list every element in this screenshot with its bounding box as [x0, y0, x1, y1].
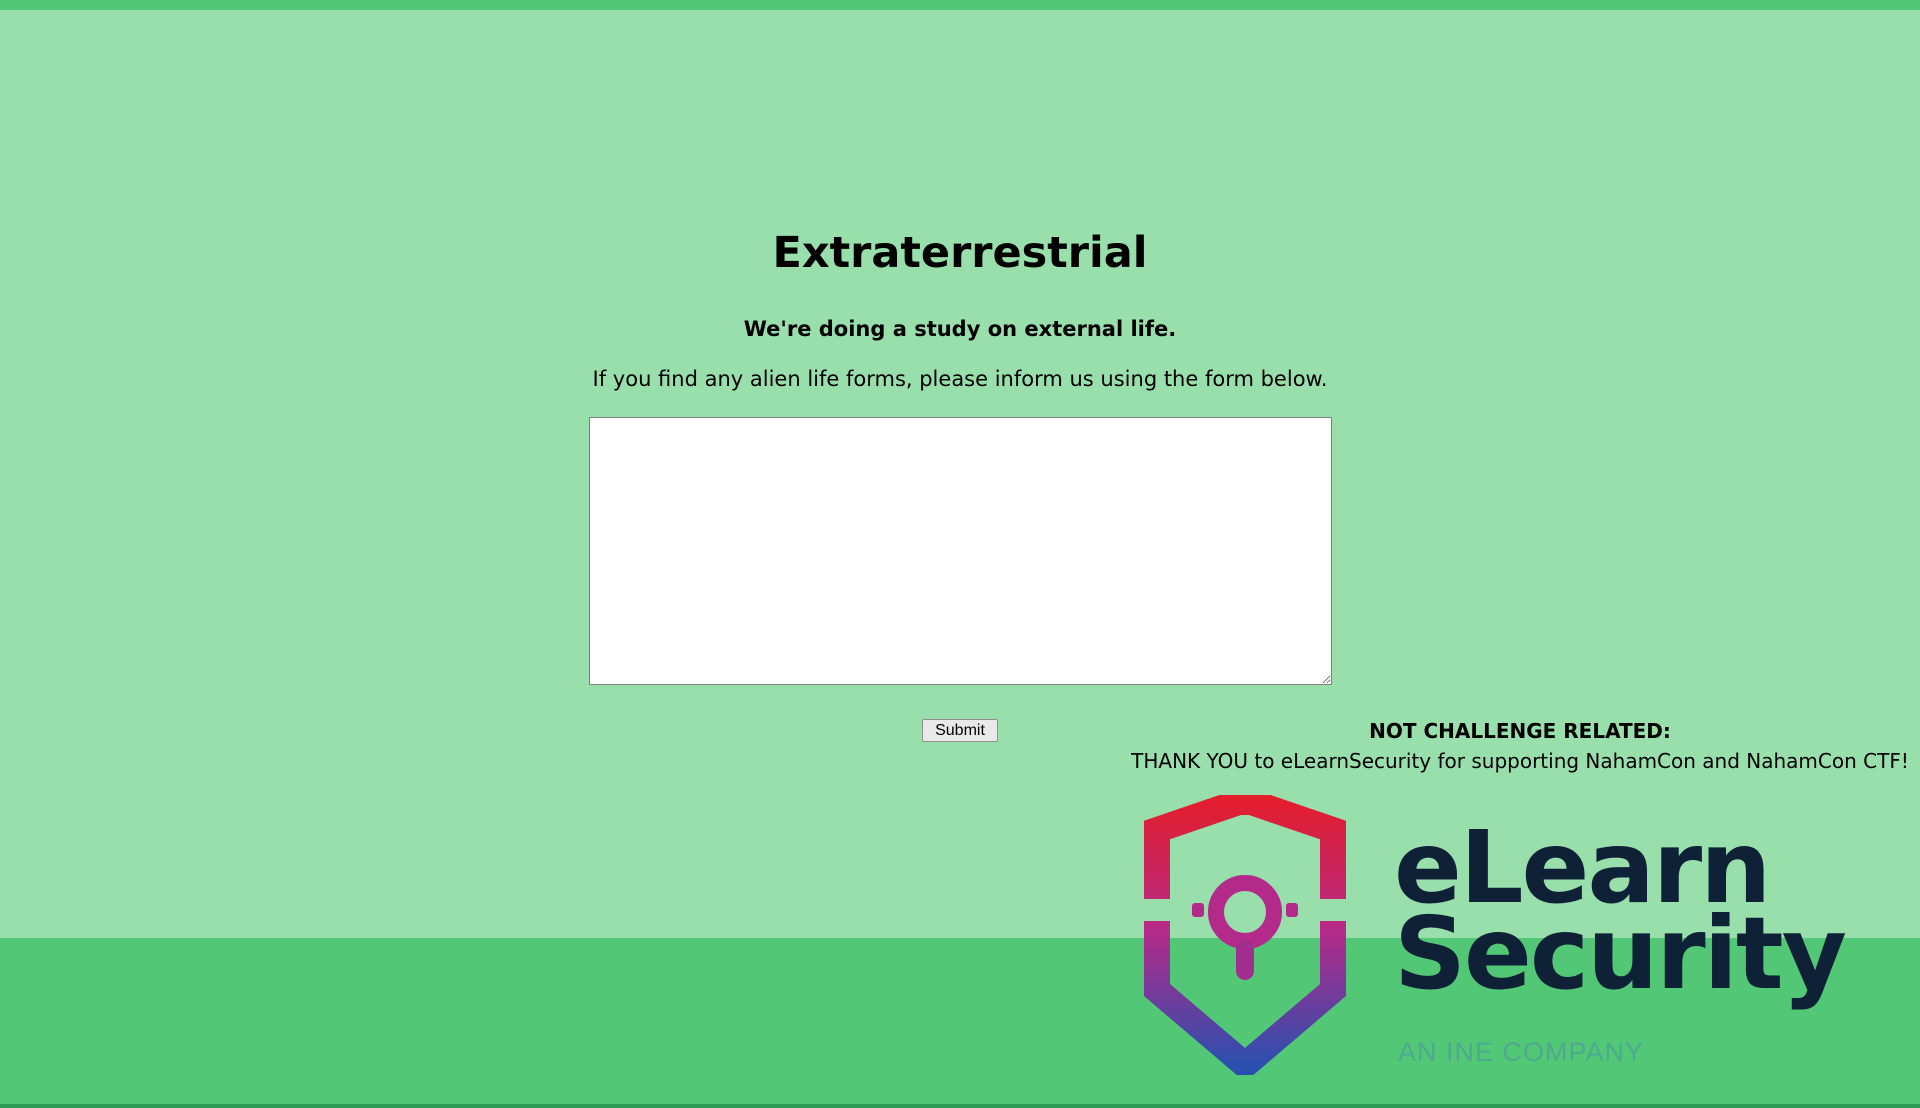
page-subtitle: We're doing a study on external life. — [743, 317, 1177, 341]
submit-button[interactable]: Submit — [922, 719, 998, 742]
page-title: Extraterrestrial — [772, 228, 1148, 278]
shield-keyhole-icon — [1144, 795, 1346, 1075]
report-textarea[interactable] — [589, 417, 1332, 685]
top-accent-strip — [0, 0, 1920, 10]
page-description: If you find any alien life forms, please… — [592, 367, 1328, 391]
brand-name: eLearn Security — [1394, 818, 1847, 1012]
sponsor-heading: NOT CHALLENGE RELATED: — [1369, 719, 1671, 743]
footer-edge — [0, 1104, 1920, 1108]
elearnsecurity-logo: eLearn Security AN INE COMPANY — [1140, 795, 1920, 1075]
brand-name-line2: Security — [1394, 895, 1847, 1012]
sponsor-text: THANK YOU to eLearnSecurity for supporti… — [1131, 749, 1909, 773]
brand-tagline: AN INE COMPANY — [1398, 1037, 1645, 1067]
